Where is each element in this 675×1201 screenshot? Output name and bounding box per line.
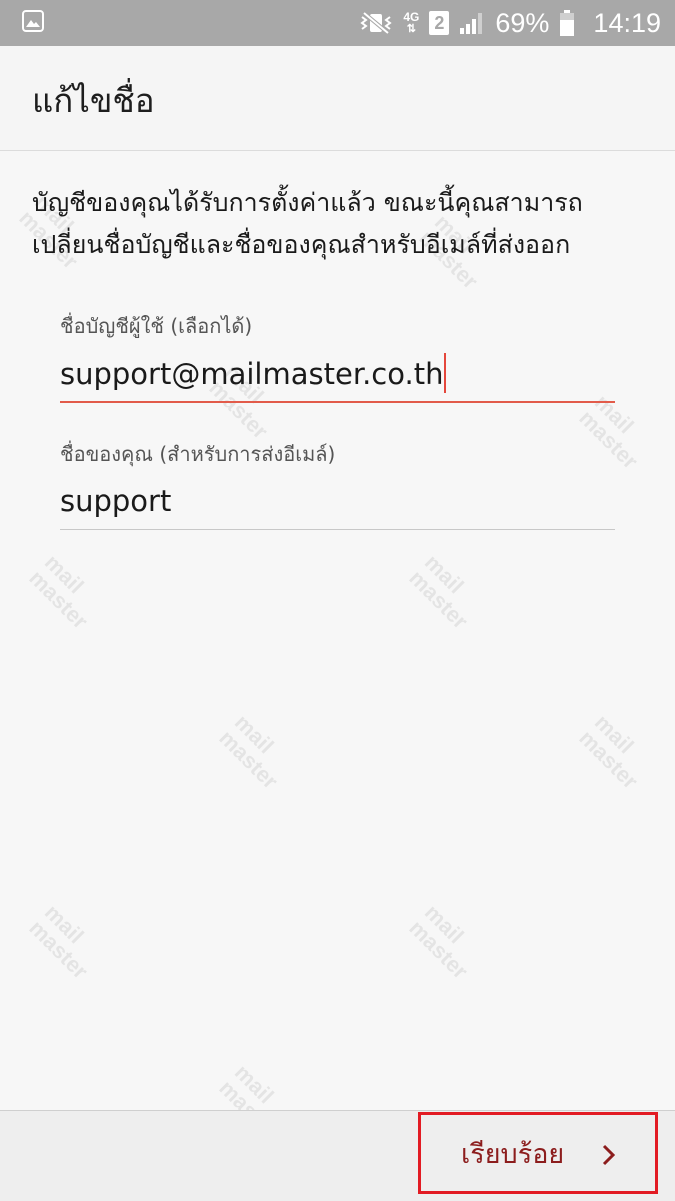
signal-strength-icon (460, 13, 483, 34)
your-name-label: ชื่อของคุณ (สำหรับการส่งอีเมล์) (60, 442, 336, 466)
account-name-input[interactable]: support@mailmaster.co.th (60, 353, 615, 394)
clock: 14:19 (593, 7, 661, 38)
sim-card-icon: 2 (429, 11, 450, 35)
your-name-input[interactable]: support (60, 484, 615, 522)
done-button-label: เรียบร้อย (461, 1138, 565, 1170)
watermark-logo: mailmaster (24, 899, 94, 984)
battery-icon (560, 10, 575, 36)
network-type-icon: 4G ⇅ (403, 10, 420, 35)
gallery-notification-icon (22, 10, 44, 32)
your-name-underline (60, 529, 615, 530)
watermark-logo: mailmaster (574, 709, 644, 794)
account-name-label: ชื่อบัญชีผู้ใช้ (เลือกได้) (60, 314, 253, 338)
setup-description: บัญชีของคุณได้รับการตั้งค่าแล้ว ขณะนี้คุ… (32, 188, 583, 259)
vibrate-icon (360, 11, 393, 35)
app-bar: แก้ไขชื่อ (0, 46, 675, 151)
watermark-logo: mailmaster (214, 709, 284, 794)
account-name-field[interactable]: ชื่อบัญชีผู้ใช้ (เลือกได้) support@mailm… (60, 310, 615, 394)
watermark-logo: mailmaster (404, 549, 474, 634)
account-name-underline (60, 401, 615, 403)
watermark-logo: mailmaster (24, 549, 94, 634)
your-name-field[interactable]: ชื่อของคุณ (สำหรับการส่งอีเมล์) support (60, 438, 615, 522)
chevron-right-icon (602, 1144, 616, 1166)
page-title: แก้ไขชื่อ (32, 81, 155, 120)
status-bar: 4G ⇅ 2 69% 14:19 (0, 0, 675, 46)
done-button[interactable]: เรียบร้อย (418, 1112, 658, 1194)
text-cursor (444, 353, 447, 393)
watermark-logo: mailmaster (404, 899, 474, 984)
battery-percentage: 69% (495, 7, 550, 38)
